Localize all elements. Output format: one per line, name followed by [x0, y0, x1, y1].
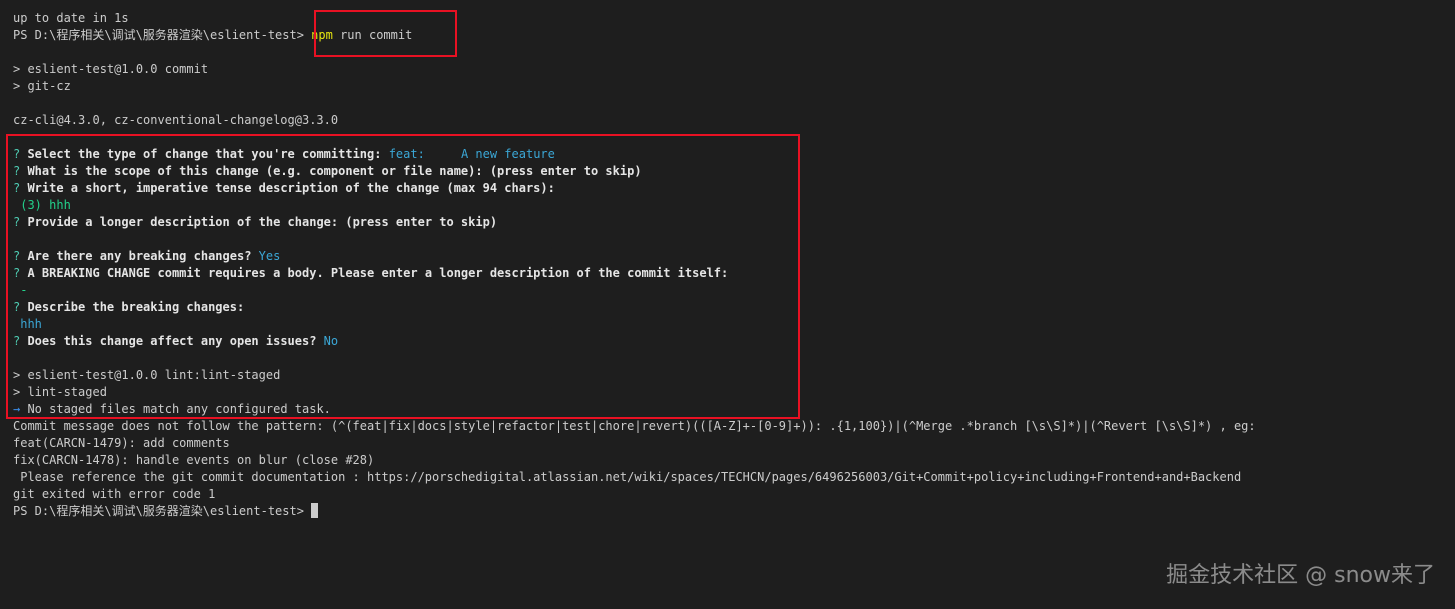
- terminal-command-line: PS D:\程序相关\调试\服务器渲染\eslient-test> npm ru…: [13, 27, 1443, 44]
- terminal-line: > eslient-test@1.0.0 commit: [13, 62, 209, 76]
- prompt-highlight-box: [6, 134, 800, 419]
- error-line: Commit message does not follow the patte…: [13, 419, 1256, 433]
- watermark: 掘金技术社区 @ snow来了: [1166, 563, 1435, 588]
- terminal-input-line[interactable]: PS D:\程序相关\调试\服务器渲染\eslient-test>: [13, 503, 1443, 520]
- command-highlight-box: [314, 10, 457, 57]
- shell-prompt: PS D:\程序相关\调试\服务器渲染\eslient-test>: [13, 28, 312, 42]
- text-cursor[interactable]: [311, 503, 319, 518]
- terminal-line: up to date in 1s: [13, 11, 129, 25]
- shell-prompt: PS D:\程序相关\调试\服务器渲染\eslient-test>: [13, 504, 312, 518]
- terminal-line: Please reference the git commit document…: [13, 470, 1242, 484]
- terminal-line: feat(CARCN-1479): add comments: [13, 436, 230, 450]
- error-line: git exited with error code 1: [13, 487, 216, 501]
- terminal-line: > git-cz: [13, 79, 71, 93]
- terminal-line: cz-cli@4.3.0, cz-conventional-changelog@…: [13, 113, 339, 127]
- terminal-line: fix(CARCN-1478): handle events on blur (…: [13, 453, 375, 467]
